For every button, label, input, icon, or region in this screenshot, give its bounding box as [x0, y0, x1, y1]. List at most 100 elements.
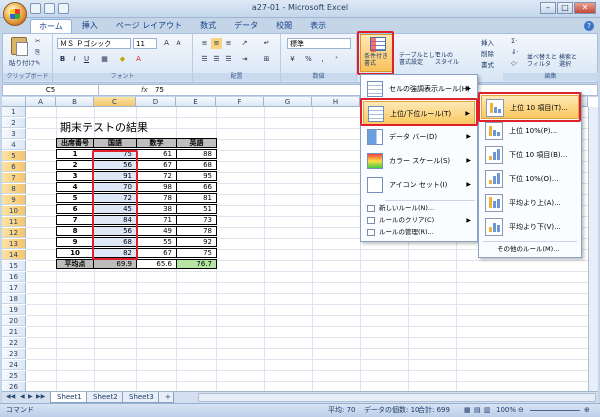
- format-cells-label[interactable]: 書式: [481, 59, 494, 69]
- row-header[interactable]: 9: [2, 195, 26, 205]
- name-box[interactable]: C5: [3, 85, 99, 95]
- menu-item-top-bottom-rules[interactable]: 上位/下位ルール(T) ▶: [363, 101, 475, 125]
- paste-icon[interactable]: [11, 37, 28, 56]
- table-cell[interactable]: 78: [176, 226, 217, 236]
- shrink-font-icon[interactable]: A: [173, 38, 184, 49]
- menu-item-clear-rules[interactable]: ルールのクリア(C) ▶: [363, 215, 475, 226]
- table-cell[interactable]: 7: [56, 215, 94, 225]
- sheet-tab[interactable]: Sheet2: [86, 392, 125, 403]
- table-cell[interactable]: 38: [136, 204, 177, 214]
- table-cell[interactable]: 55: [136, 237, 177, 247]
- table-cell[interactable]: 1: [56, 149, 94, 159]
- tab-formulas[interactable]: 数式: [192, 19, 224, 33]
- formula-value[interactable]: 75: [155, 85, 164, 95]
- table-cell[interactable]: 2: [56, 160, 94, 170]
- align-center-icon[interactable]: ☰: [211, 54, 222, 65]
- delete-cells-label[interactable]: 削除: [481, 48, 494, 58]
- row-header[interactable]: 10: [2, 206, 26, 216]
- sheet-tab[interactable]: Sheet1: [50, 392, 89, 403]
- menu-item-data-bars[interactable]: データ バー(D) ▶: [363, 125, 475, 149]
- row-header[interactable]: 15: [2, 261, 26, 271]
- page-layout-icon[interactable]: ▤: [474, 404, 481, 417]
- wrap-text-icon[interactable]: ↵: [261, 38, 272, 49]
- conditional-formatting-button[interactable]: 条件付き 書式: [360, 34, 394, 72]
- italic-button[interactable]: I: [69, 54, 80, 65]
- grow-font-icon[interactable]: A: [161, 38, 172, 49]
- border-icon[interactable]: ▦: [99, 54, 110, 65]
- table-cell[interactable]: 81: [176, 193, 217, 203]
- table-cell[interactable]: 75: [93, 149, 137, 159]
- table-cell[interactable]: 72: [93, 193, 137, 203]
- align-middle-icon[interactable]: ≡: [211, 38, 222, 49]
- table-cell[interactable]: 70: [93, 182, 137, 192]
- row-header[interactable]: 12: [2, 228, 26, 238]
- insert-cells-label[interactable]: 挿入: [481, 37, 494, 47]
- zoom-slider[interactable]: [530, 410, 580, 411]
- horizontal-scrollbar[interactable]: [198, 393, 596, 402]
- menu-item-highlight-rules[interactable]: セルの強調表示ルール(H) ▶: [363, 77, 475, 101]
- menu-item-color-scales[interactable]: カラー スケール(S) ▶: [363, 149, 475, 173]
- indent-icon[interactable]: ⇥: [239, 54, 250, 65]
- table-cell[interactable]: 92: [176, 237, 217, 247]
- table-header[interactable]: 国語: [93, 138, 137, 148]
- fill-color-icon[interactable]: ◆: [117, 54, 128, 65]
- next-sheet-icon[interactable]: ▶: [28, 393, 33, 400]
- submenu-item-below-average[interactable]: 平均より下(V)...: [481, 215, 579, 239]
- menu-item-new-rule[interactable]: 新しいルール(N)...: [363, 203, 475, 214]
- tab-insert[interactable]: 挿入: [74, 19, 106, 33]
- align-left-icon[interactable]: ☰: [199, 54, 210, 65]
- table-cell[interactable]: 68: [176, 160, 217, 170]
- font-color-icon[interactable]: A: [133, 54, 144, 65]
- row-header[interactable]: 23: [2, 349, 26, 359]
- align-top-icon[interactable]: ≡: [199, 38, 210, 49]
- tab-home[interactable]: ホーム: [30, 19, 72, 33]
- number-format-field[interactable]: 標準: [287, 38, 351, 49]
- row-header[interactable]: 6: [2, 162, 26, 172]
- last-sheet-icon[interactable]: ▶▶: [36, 393, 45, 400]
- copy-icon[interactable]: ⎘: [35, 48, 40, 57]
- table-cell[interactable]: 88: [176, 149, 217, 159]
- table-cell[interactable]: 49: [136, 226, 177, 236]
- table-cell[interactable]: 66: [176, 182, 217, 192]
- col-header[interactable]: C: [94, 97, 136, 107]
- submenu-item-top-10-percent[interactable]: 上位 10%(P)...: [481, 119, 579, 143]
- col-header[interactable]: F: [216, 97, 264, 107]
- row-header[interactable]: 13: [2, 239, 26, 249]
- comma-icon[interactable]: ,: [317, 54, 328, 65]
- bold-button[interactable]: B: [57, 54, 68, 65]
- font-name-field[interactable]: ＭＳ Ｐゴシック: [57, 38, 131, 49]
- row-header[interactable]: 20: [2, 316, 26, 326]
- table-cell[interactable]: 91: [93, 171, 137, 181]
- minimize-button[interactable]: –: [540, 2, 556, 14]
- maximize-button[interactable]: □: [557, 2, 573, 14]
- submenu-item-above-average[interactable]: 平均より上(A)...: [481, 191, 579, 215]
- select-all-corner[interactable]: [2, 97, 26, 107]
- decimal-increase-icon[interactable]: ⁺: [331, 54, 342, 65]
- table-header[interactable]: 数学: [136, 138, 177, 148]
- currency-icon[interactable]: ¥: [287, 54, 298, 65]
- row-header[interactable]: 17: [2, 283, 26, 293]
- align-bottom-icon[interactable]: ≡: [223, 38, 234, 49]
- table-cell[interactable]: 71: [136, 215, 177, 225]
- submenu-item-bottom-10-percent[interactable]: 下位 10%(O)...: [481, 167, 579, 191]
- col-header[interactable]: H: [312, 97, 360, 107]
- table-header[interactable]: 英語: [176, 138, 217, 148]
- cut-icon[interactable]: ✂: [35, 37, 40, 45]
- table-cell[interactable]: 9: [56, 237, 94, 247]
- vertical-scrollbar[interactable]: [588, 107, 598, 391]
- table-cell[interactable]: 68: [93, 237, 137, 247]
- row-header[interactable]: 14: [2, 250, 26, 260]
- table-cell[interactable]: 67: [136, 248, 177, 258]
- table-cell[interactable]: 4: [56, 182, 94, 192]
- row-header[interactable]: 8: [2, 184, 26, 194]
- row-header[interactable]: 25: [2, 371, 26, 381]
- table-cell[interactable]: 67: [136, 160, 177, 170]
- underline-button[interactable]: U: [81, 54, 92, 65]
- table-cell[interactable]: 72: [136, 171, 177, 181]
- office-button[interactable]: [3, 2, 27, 26]
- zoom-level[interactable]: 100%: [496, 404, 516, 417]
- table-cell[interactable]: 69.9: [93, 259, 137, 269]
- font-size-field[interactable]: 11: [133, 38, 157, 49]
- table-header[interactable]: 出席番号: [56, 138, 94, 148]
- table-cell[interactable]: 10: [56, 248, 94, 258]
